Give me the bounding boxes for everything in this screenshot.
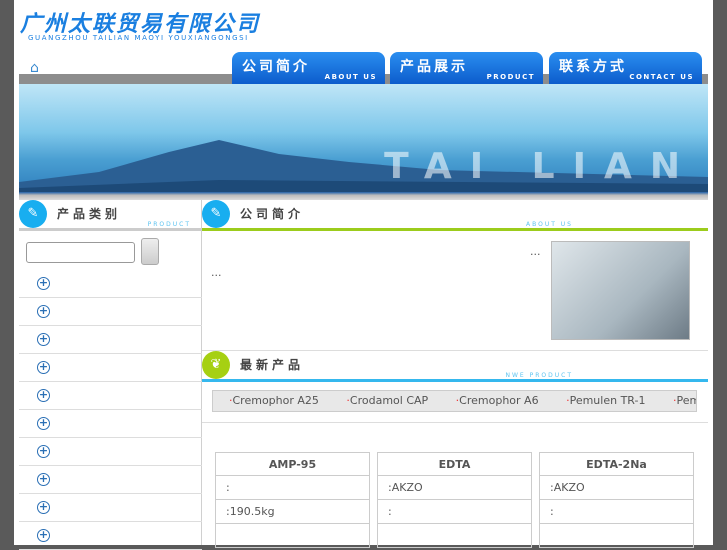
nav-sublabel: CONTACT US — [629, 73, 694, 81]
marquee-item[interactable]: ·Cremophor A6 — [456, 394, 551, 407]
marquee-item[interactable]: ·Cremophor A25 — [229, 394, 331, 407]
nav-sublabel: ABOUT US — [324, 73, 377, 81]
product-field: : — [539, 499, 694, 524]
marquee-item[interactable]: ·Crodamol CAP — [346, 394, 440, 407]
product-field — [215, 523, 370, 548]
plus-icon: + — [37, 472, 50, 486]
product-field — [377, 523, 532, 548]
product-card: EDTA :AKZO : — [377, 452, 532, 548]
category-item[interactable]: + — [19, 438, 202, 466]
about-photo — [551, 241, 690, 340]
product-field: :190.5kg — [215, 499, 370, 524]
sidebar-title: 产品类别 — [57, 207, 122, 221]
nav-label: 产品展示 — [400, 59, 468, 75]
category-item[interactable]: + — [19, 298, 202, 326]
product-card: AMP-95 : :190.5kg — [215, 452, 370, 548]
plus-icon: + — [37, 332, 50, 346]
marquee-item[interactable]: ·Pemulen TR-1 — [566, 394, 657, 407]
about-title: 公司简介 — [240, 207, 305, 221]
leaf-icon: ❦ — [202, 351, 230, 379]
new-products-subtitle: NWE PRODUCT — [505, 372, 573, 379]
nav-about[interactable]: 公司简介 ABOUT US — [232, 52, 385, 84]
plus-icon: + — [37, 304, 50, 318]
product-field — [539, 523, 694, 548]
product-name[interactable]: EDTA-2Na — [539, 452, 694, 476]
home-icon[interactable]: ⌂ — [30, 60, 39, 76]
leaf-icon: ✎ — [19, 200, 47, 228]
about-header: ✎ 公司简介 ABOUT US — [202, 200, 708, 231]
banner: TAI LIAN — [19, 84, 708, 192]
logo-subtitle: GUANGZHOU TAILIAN MAOYI YOUXIANGONGSI — [28, 34, 249, 42]
category-item[interactable]: + — [19, 354, 202, 382]
plus-icon: + — [37, 416, 50, 430]
plus-icon: + — [37, 276, 50, 290]
product-field: : — [377, 499, 532, 524]
product-name[interactable]: AMP-95 — [215, 452, 370, 476]
main-content: ✎ 公司简介 ABOUT US ... ... ❦ 最新产品 NWE PRODU… — [202, 200, 708, 548]
divider — [19, 192, 708, 200]
about-text: ... — [211, 266, 222, 279]
new-products-title: 最新产品 — [240, 358, 305, 372]
category-item[interactable]: + — [19, 494, 202, 522]
marquee-item[interactable]: ·Pemulen TR-2 — [673, 394, 696, 407]
nav-product[interactable]: 产品展示 PRODUCT — [390, 52, 543, 84]
product-name[interactable]: EDTA — [377, 452, 532, 476]
category-item[interactable]: + — [19, 466, 202, 494]
about-text: ... — [530, 245, 541, 258]
new-products-header: ❦ 最新产品 NWE PRODUCT — [202, 350, 708, 382]
category-item[interactable]: + — [19, 326, 202, 354]
nav-contact[interactable]: 联系方式 CONTACT US — [549, 52, 702, 84]
category-item[interactable]: + — [19, 382, 202, 410]
nav-sublabel: PRODUCT — [486, 73, 535, 81]
product-field: :AKZO — [539, 475, 694, 500]
product-field: :AKZO — [377, 475, 532, 500]
category-item[interactable]: + — [19, 270, 202, 298]
about-subtitle: ABOUT US — [525, 221, 573, 228]
sidebar: ✎ 产品类别 PRODUCT + + + + + + + + + + — [19, 200, 202, 550]
search-button[interactable] — [141, 238, 159, 265]
product-marquee: ·Cremophor A25 ·Crodamol CAP ·Cremophor … — [212, 390, 697, 412]
banner-text: TAI LIAN — [384, 146, 698, 187]
plus-icon: + — [37, 360, 50, 374]
category-item[interactable]: + — [19, 522, 202, 550]
category-item[interactable]: + — [19, 410, 202, 438]
nav-label: 联系方式 — [559, 59, 627, 75]
product-field: : — [215, 475, 370, 500]
page: 广州太联贸易有限公司 GUANGZHOU TAILIAN MAOYI YOUXI… — [14, 0, 713, 550]
divider — [202, 422, 708, 423]
leaf-icon: ✎ — [202, 200, 230, 228]
search-input[interactable] — [26, 242, 135, 263]
sidebar-header: ✎ 产品类别 PRODUCT — [19, 200, 201, 231]
product-card: EDTA-2Na :AKZO : — [539, 452, 694, 548]
sidebar-subtitle: PRODUCT — [147, 221, 191, 228]
plus-icon: + — [37, 528, 50, 542]
plus-icon: + — [37, 444, 50, 458]
nav-label: 公司简介 — [242, 59, 310, 75]
plus-icon: + — [37, 500, 50, 514]
plus-icon: + — [37, 388, 50, 402]
